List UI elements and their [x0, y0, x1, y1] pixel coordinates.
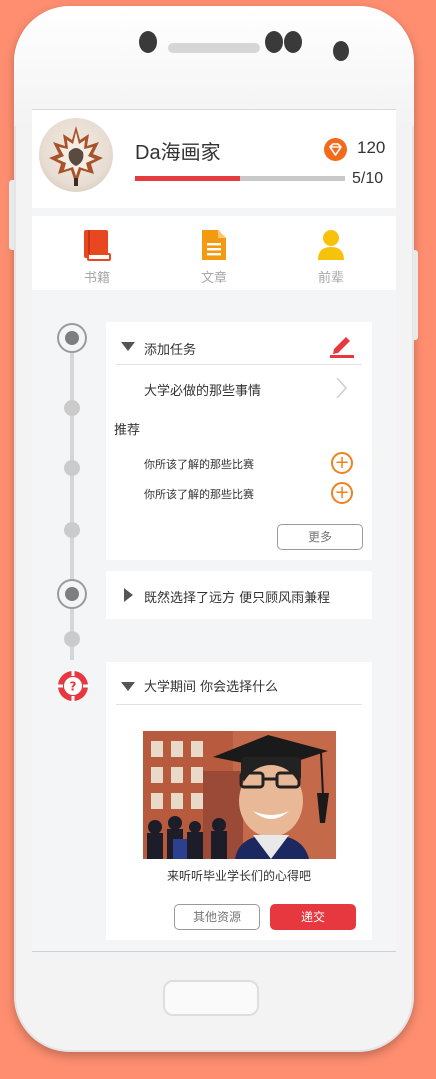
timeline-dot	[64, 400, 80, 416]
timeline-line	[70, 338, 74, 660]
sensor-dot	[333, 41, 349, 61]
more-button[interactable]: 更多	[277, 524, 363, 550]
maple-leaf-icon	[49, 126, 103, 186]
score-value: 120	[357, 138, 386, 157]
pencil-icon[interactable]	[328, 331, 356, 359]
task-card-title: 添加任务	[144, 343, 197, 358]
question-badge-icon: ?	[57, 670, 89, 702]
sensor-left	[265, 31, 283, 53]
nav-item-books[interactable]: 书籍	[47, 216, 147, 290]
document-icon	[199, 228, 229, 262]
question-card-title: 大学期间 你会选择什么	[144, 680, 279, 695]
book-icon	[82, 228, 112, 262]
photo-caption: 来听听毕业学长们的心得吧	[166, 869, 311, 883]
collapse-arrow-icon[interactable]	[121, 682, 135, 691]
person-icon	[316, 228, 346, 262]
submit-button[interactable]: 递交	[270, 904, 356, 930]
level-progress-text: 5/10	[352, 170, 384, 187]
phone-top	[14, 6, 414, 126]
sensor-right	[284, 31, 302, 53]
timeline-dot	[64, 460, 80, 476]
recommendation-item: 你所该了解的那些比赛	[144, 458, 254, 471]
add-icon[interactable]: +	[331, 452, 353, 474]
recommendation-item: 你所该了解的那些比赛	[144, 488, 254, 501]
nav-label-books: 书籍	[83, 271, 110, 286]
timeline-dot	[64, 522, 80, 538]
add-icon[interactable]: +	[331, 482, 353, 504]
recommend-label: 推荐	[114, 423, 141, 438]
timeline-dot	[64, 631, 80, 647]
other-resources-button[interactable]: 其他资源	[174, 904, 260, 930]
task-card: 添加任务 大学必做的那些事情 推荐 你所该了解的那些比赛 + 你所该了解的那些比…	[106, 322, 372, 560]
app-screen: Da海画家 120 5/10 书籍 文章 前辈 ? 添加任务 大学必做的那些事情…	[32, 109, 396, 951]
task-item[interactable]: 大学必做的那些事情	[144, 380, 261, 399]
profile-header: Da海画家 120 5/10	[32, 110, 396, 208]
timeline-node-active[interactable]	[57, 579, 87, 609]
side-button-left	[9, 180, 14, 250]
home-button[interactable]	[163, 980, 259, 1016]
expand-arrow-icon[interactable]	[124, 588, 133, 602]
chevron-right-icon[interactable]	[334, 376, 350, 400]
svg-text:?: ?	[70, 680, 77, 694]
collapse-arrow-icon[interactable]	[121, 342, 135, 351]
question-card: 大学期间 你会选择什么 来听听毕业学长们的心得吧 其他资源 递交	[106, 662, 372, 940]
earpiece	[168, 43, 260, 53]
nav-label-articles: 文章	[200, 271, 227, 286]
divider	[116, 704, 362, 705]
divider	[116, 364, 362, 365]
front-camera	[139, 31, 157, 53]
motto-card-title: 既然选择了远方 便只顾风雨兼程	[144, 591, 331, 606]
category-nav: 书籍 文章 前辈	[32, 216, 396, 290]
timeline-node-active[interactable]	[57, 323, 87, 353]
username: Da海画家	[135, 142, 221, 164]
level-progress-bar	[135, 176, 345, 181]
avatar[interactable]	[39, 118, 113, 192]
nav-item-articles[interactable]: 文章	[164, 216, 264, 290]
level-progress-fill	[135, 176, 240, 181]
motto-card[interactable]: 既然选择了远方 便只顾风雨兼程	[106, 571, 372, 619]
side-button-right	[413, 250, 418, 340]
graduate-photo	[143, 731, 336, 859]
gem-icon	[324, 138, 347, 161]
nav-item-seniors[interactable]: 前辈	[281, 216, 381, 290]
nav-label-seniors: 前辈	[317, 271, 344, 286]
